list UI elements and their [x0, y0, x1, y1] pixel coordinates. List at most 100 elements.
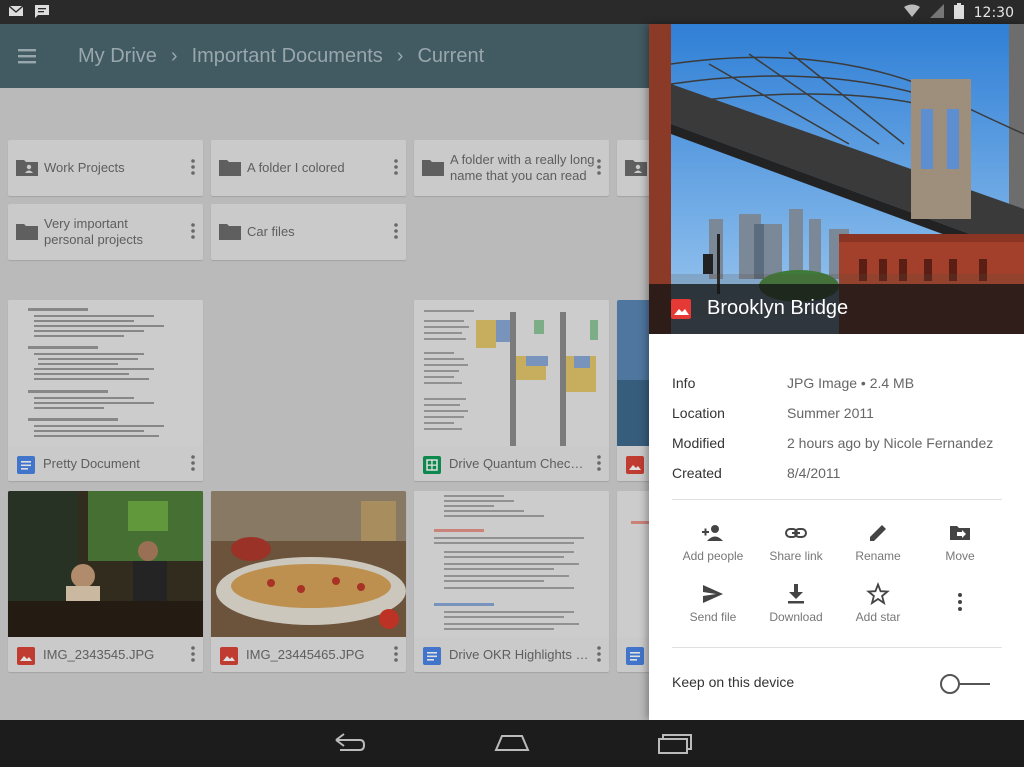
move-folder-icon [948, 521, 972, 545]
info-row: Info JPG Image • 2.4 MB [672, 368, 993, 398]
folder-name: Very important personal projects [44, 216, 143, 247]
file-card[interactable]: Pretty Document [8, 300, 203, 481]
action-label: Share link [769, 549, 823, 563]
more-vertical-icon[interactable] [191, 454, 195, 472]
action-label: Rename [855, 549, 901, 563]
folder-card[interactable]: A folder I colored [211, 140, 406, 196]
action-label: Download [769, 610, 823, 624]
more-options-button[interactable] [919, 590, 1001, 614]
info-row: Location Summer 2011 [672, 398, 993, 428]
info-value: JPG Image • 2.4 MB [787, 375, 915, 391]
info-label: Created [672, 465, 722, 481]
image-preview: Brooklyn Bridge [649, 24, 1024, 334]
file-title: Brooklyn Bridge [707, 297, 849, 319]
keep-offline-toggle[interactable] [940, 672, 992, 696]
more-vertical-icon[interactable] [394, 222, 398, 240]
keep-offline-label: Keep on this device [672, 674, 795, 690]
chevron-right-icon: › [170, 45, 178, 67]
details-panel: Brooklyn Bridge Info JPG Image • 2.4 MB … [649, 24, 1024, 720]
star-outline-icon [866, 582, 890, 606]
image-file-icon [671, 299, 691, 319]
folder-card[interactable]: Car files [211, 204, 406, 260]
more-vertical-icon[interactable] [191, 158, 195, 176]
more-vertical-icon[interactable] [191, 645, 195, 663]
divider [672, 647, 1002, 648]
file-name: Drive Quantum Chechli... [449, 456, 589, 471]
breadcrumb: My Drive › Important Documents › Current [78, 45, 484, 68]
more-vertical-icon[interactable] [597, 645, 601, 663]
rename-button[interactable]: Rename [837, 521, 919, 563]
more-vertical-icon [948, 590, 972, 614]
spreadsheet-thumbnail [414, 300, 609, 446]
folder-name: A folder with a really long name that yo… [450, 152, 595, 183]
keep-offline-row: Keep on this device [672, 672, 1002, 696]
chevron-right-icon: › [396, 45, 404, 67]
document-thumbnail [8, 300, 203, 446]
folder-name: Car files [247, 224, 295, 239]
clock: 12:30 [973, 4, 1014, 21]
folder-card[interactable]: Very important personal projects [8, 204, 203, 260]
move-button[interactable]: Move [919, 521, 1001, 563]
file-card[interactable]: IMG_2343545.JPG [8, 491, 203, 672]
folder-icon [219, 222, 241, 240]
file-card[interactable]: Drive Quantum Chechli... [414, 300, 609, 481]
file-name: Pretty Document [43, 456, 140, 471]
battery-icon [953, 3, 964, 22]
document-icon [626, 647, 644, 665]
action-label: Send file [689, 610, 737, 624]
title-bar: Brooklyn Bridge [649, 284, 1024, 334]
file-info: Info JPG Image • 2.4 MB Location Summer … [672, 368, 993, 488]
more-vertical-icon[interactable] [597, 454, 601, 472]
status-bar: 12:30 [0, 0, 1024, 24]
image-file-icon [17, 647, 35, 665]
chat-icon [34, 4, 50, 25]
action-label: Move [945, 549, 975, 563]
more-vertical-icon[interactable] [597, 158, 601, 176]
folder-card[interactable]: A folder with a really long name that yo… [414, 140, 609, 196]
more-vertical-icon[interactable] [394, 645, 398, 663]
folder-name: Work Projects [44, 160, 125, 175]
add-star-button[interactable]: Add star [837, 582, 919, 624]
download-button[interactable]: Download [755, 582, 837, 624]
folder-card[interactable]: Work Projects [8, 140, 203, 196]
image-file-icon [220, 647, 238, 665]
send-file-button[interactable]: Send file [672, 582, 754, 624]
folder-icon [422, 158, 444, 176]
hamburger-menu-icon[interactable] [16, 44, 40, 68]
breadcrumb-item-current[interactable]: Current [417, 45, 484, 68]
file-name: Drive OKR Highlights Q... [449, 647, 589, 662]
file-card[interactable]: Drive OKR Highlights Q... [414, 491, 609, 672]
more-vertical-icon[interactable] [191, 222, 195, 240]
shared-folder-icon [625, 158, 647, 176]
image-file-icon [626, 456, 644, 474]
image-thumbnail [211, 491, 406, 637]
share-link-button[interactable]: Share link [755, 521, 837, 563]
action-label: Add star [855, 610, 901, 624]
file-card[interactable]: IMG_23445465.JPG [211, 491, 406, 672]
folder-icon [219, 158, 241, 176]
divider [672, 499, 1002, 500]
info-value: Summer 2011 [787, 405, 874, 421]
info-label: Info [672, 375, 696, 391]
info-label: Location [672, 405, 725, 421]
wifi-icon [903, 4, 920, 21]
document-icon [17, 456, 35, 474]
recent-apps-icon[interactable] [655, 730, 695, 756]
pencil-icon [866, 521, 890, 545]
add-people-button[interactable]: Add people [672, 521, 754, 563]
back-icon[interactable] [330, 730, 370, 756]
folder-icon [16, 222, 38, 240]
mail-icon [8, 4, 24, 25]
breadcrumb-item-important-documents[interactable]: Important Documents [192, 45, 383, 68]
info-label: Modified [672, 435, 725, 451]
spreadsheet-icon [423, 456, 441, 474]
action-label: Add people [682, 549, 744, 563]
breadcrumb-item-my-drive[interactable]: My Drive [78, 45, 157, 68]
file-name: IMG_2343545.JPG [43, 647, 155, 662]
info-value: 8/4/2011 [787, 465, 841, 481]
more-vertical-icon[interactable] [394, 158, 398, 176]
info-value: 2 hours ago by Nicole Fernandez [787, 435, 994, 451]
info-row: Modified 2 hours ago by Nicole Fernandez [672, 428, 993, 458]
home-icon[interactable] [492, 730, 532, 756]
send-icon [701, 582, 725, 606]
